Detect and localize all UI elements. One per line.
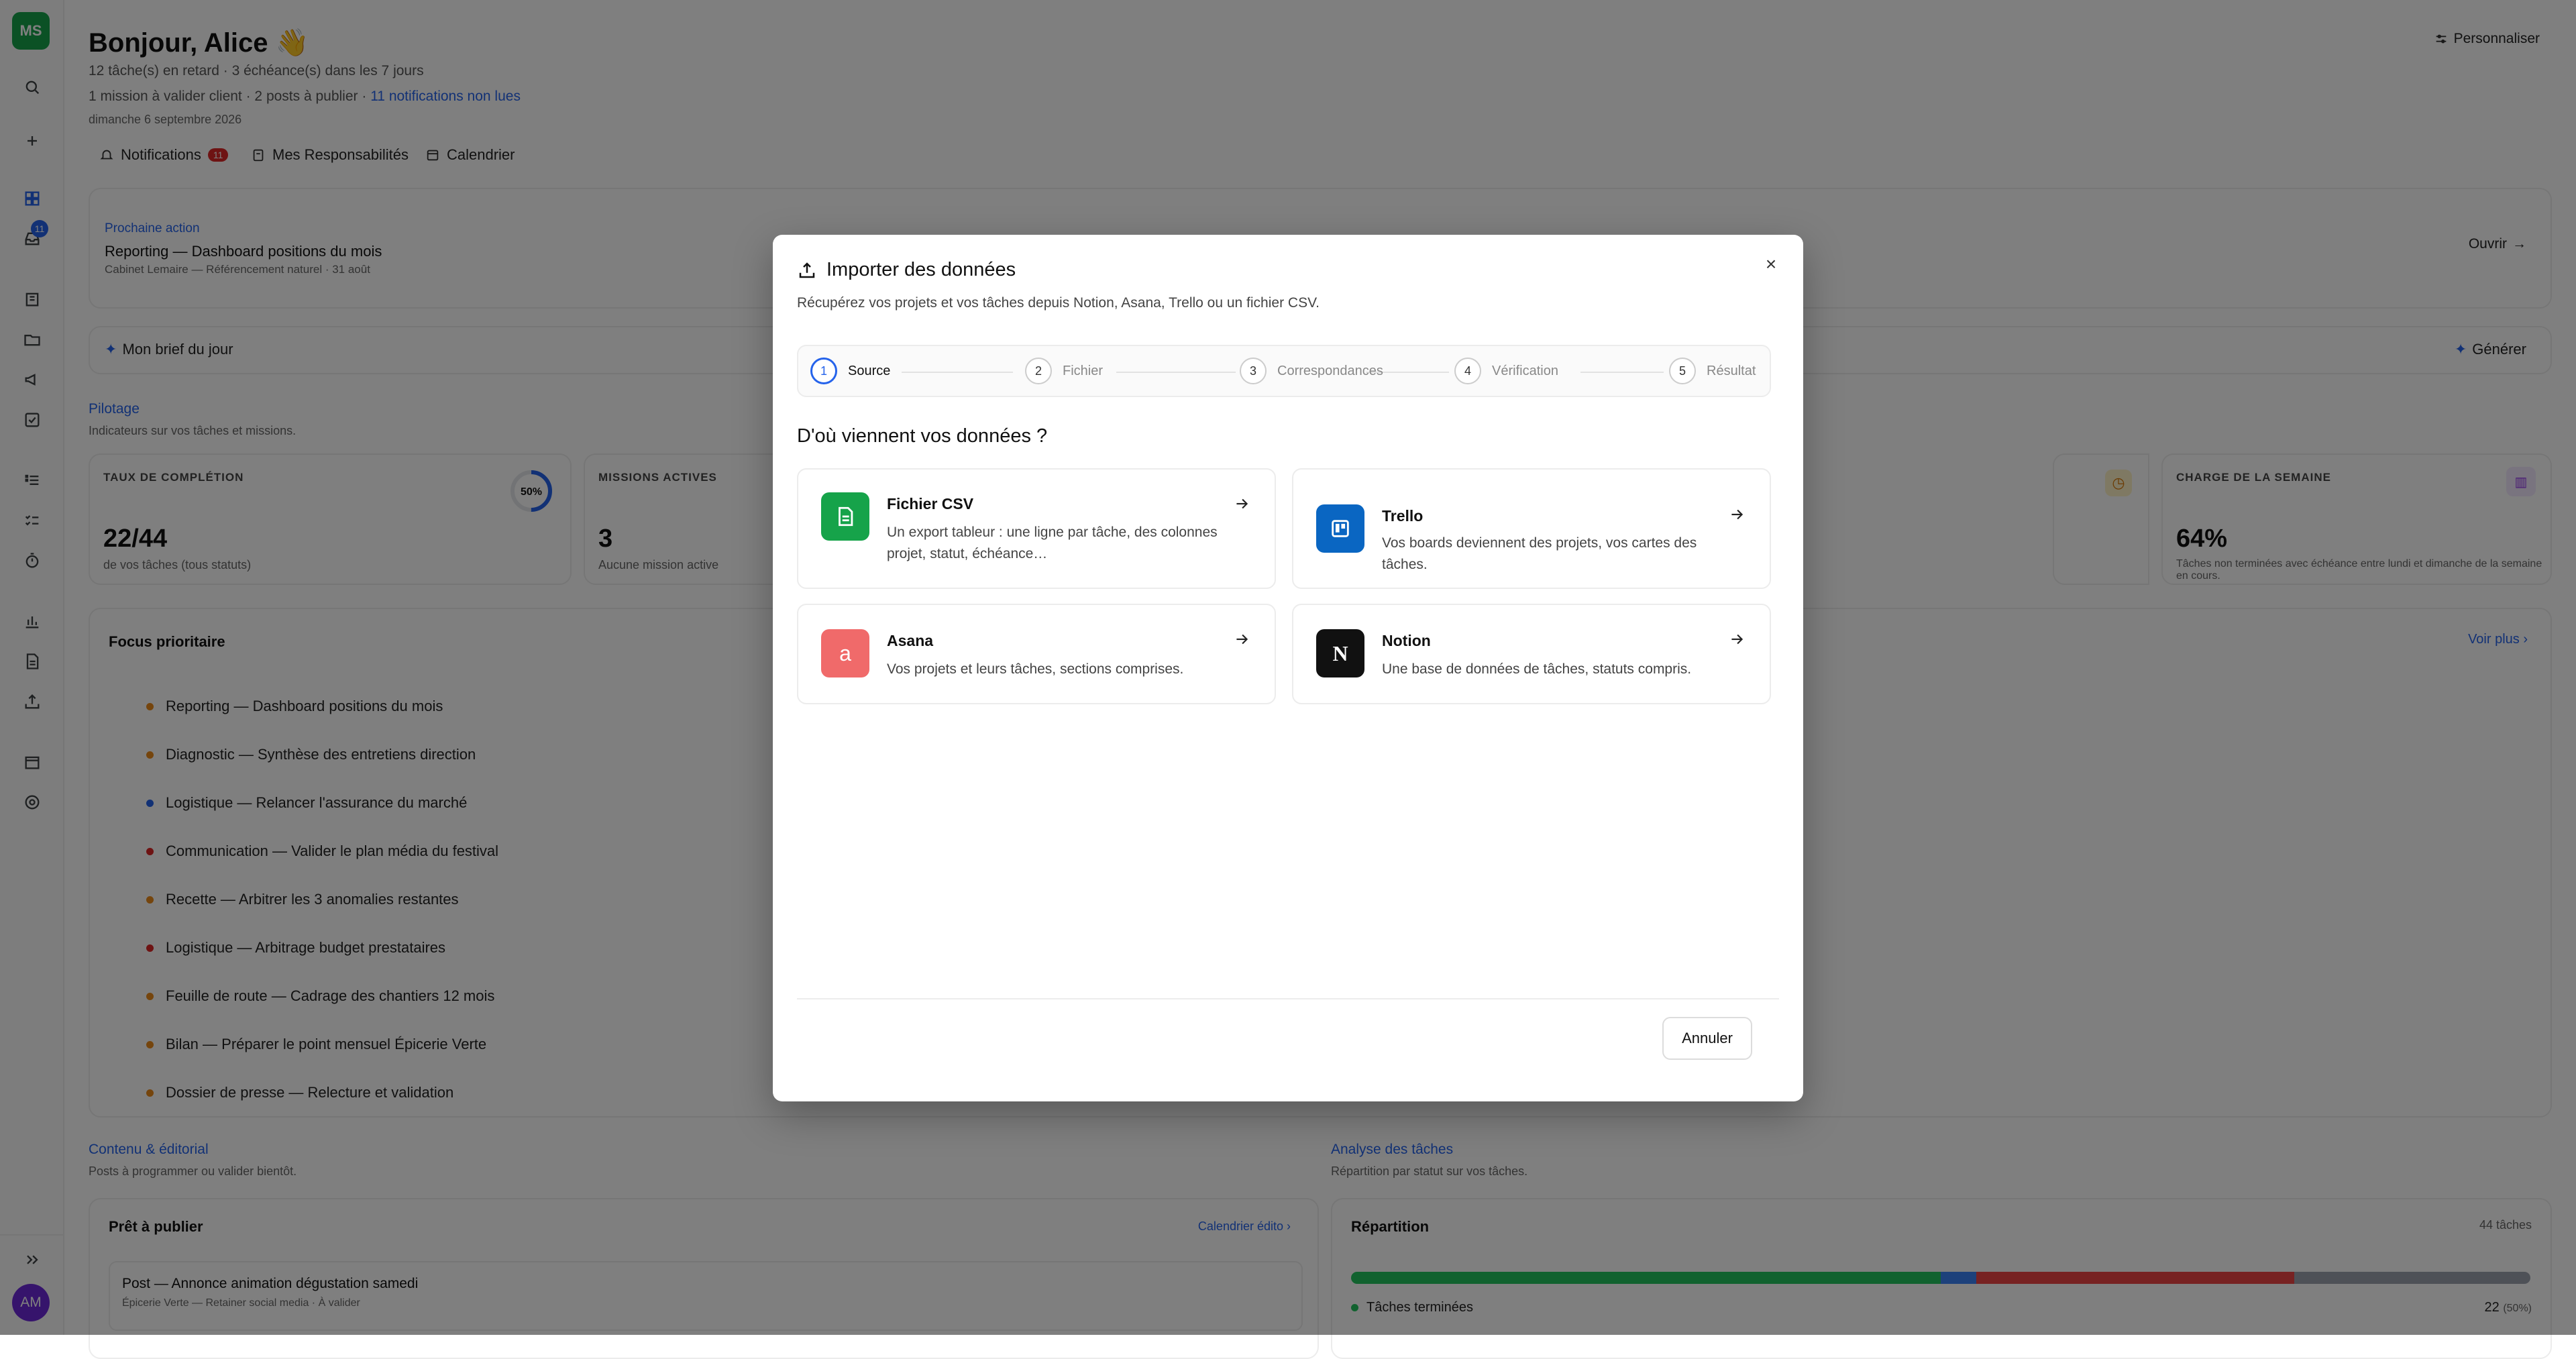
step-source[interactable]: 1 Source: [810, 358, 890, 384]
arrow-right-icon: [1233, 631, 1250, 648]
source-description: Une base de données de tâches, statuts c…: [1382, 661, 1692, 677]
close-button[interactable]: ×: [1758, 251, 1784, 278]
arrow-right-icon: [1233, 495, 1250, 512]
step-number: 1: [810, 358, 837, 384]
step-label: Fichier: [1063, 363, 1104, 378]
source-title: Trello: [1382, 507, 1424, 525]
arrow-right-icon: [1728, 631, 1746, 648]
step-mapping[interactable]: 3 Correspondances: [1240, 358, 1383, 384]
step-verification[interactable]: 4 Vérification: [1454, 358, 1558, 384]
source-title: Notion: [1382, 632, 1431, 649]
step-label: Source: [848, 363, 891, 378]
arrow-right-icon: [1728, 506, 1746, 523]
source-title: Asana: [887, 632, 934, 649]
step-label: Correspondances: [1277, 363, 1383, 378]
step-label: Résultat: [1707, 363, 1756, 378]
source-trello[interactable]: Trello Vos boards deviennent des projets…: [1292, 468, 1771, 589]
source-notion[interactable]: N Notion Une base de données de tâches, …: [1292, 604, 1771, 704]
step-connector: [1116, 372, 1236, 373]
stepper: 1 Source 2 Fichier 3 Correspondances 4 Vérif…: [797, 345, 1771, 397]
source-title: Fichier CSV: [887, 495, 974, 512]
upload-icon: [799, 262, 815, 278]
step-number: 5: [1669, 358, 1696, 384]
modal-description: Récupérez vos projets et vos tâches depu…: [797, 295, 1320, 311]
source-asana[interactable]: a Asana Vos projets et leurs tâches, sec…: [797, 604, 1276, 704]
notion-icon: N: [1316, 629, 1364, 677]
csv-file-icon: [821, 492, 869, 541]
asana-icon: a: [821, 629, 869, 677]
step-number: 2: [1025, 358, 1052, 384]
step-result[interactable]: 5 Résultat: [1669, 358, 1756, 384]
modal-divider: [797, 998, 1779, 999]
step-file[interactable]: 2 Fichier: [1025, 358, 1103, 384]
step-label: Vérification: [1492, 363, 1558, 378]
source-csv[interactable]: Fichier CSV Un export tableur : une lign…: [797, 468, 1276, 589]
import-dialog: Importer des données × Récupérez vos pro…: [773, 235, 1803, 1101]
modal-title: Importer des données: [797, 259, 1016, 281]
step-connector: [902, 372, 1013, 373]
source-question: D'où viennent vos données ?: [797, 425, 1048, 447]
step-connector: [1580, 372, 1664, 373]
step-number: 3: [1240, 358, 1267, 384]
modal-title-text: Importer des données: [826, 259, 1016, 280]
source-description: Un export tableur : une ligne par tâche,…: [887, 525, 1218, 561]
trello-icon: [1316, 504, 1364, 553]
step-number: 4: [1454, 358, 1481, 384]
source-description: Vos projets et leurs tâches, sections co…: [887, 661, 1184, 677]
source-description: Vos boards deviennent des projets, vos c…: [1382, 535, 1697, 572]
cancel-button[interactable]: Annuler: [1662, 1017, 1752, 1060]
